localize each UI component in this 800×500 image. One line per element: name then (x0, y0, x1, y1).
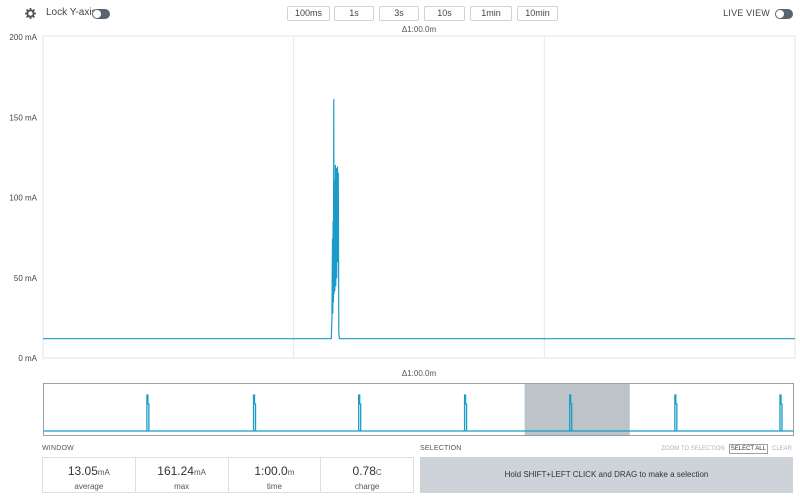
overview-spike (674, 394, 678, 431)
stat-value: 13.05 (67, 464, 98, 478)
gear-icon[interactable] (25, 8, 36, 19)
overview-plot[interactable] (44, 384, 794, 436)
stat-label: charge (354, 482, 380, 491)
current-trace (43, 98, 795, 340)
y-tick-label: 50 mA (14, 274, 38, 283)
lock-y-axis-toggle[interactable] (92, 9, 110, 19)
overview-spike (358, 394, 362, 431)
window-10s-button[interactable]: 10s (424, 6, 465, 21)
zoom-to-selection-button[interactable]: ZOOM TO SELECTION (660, 443, 725, 455)
window-3s-button[interactable]: 3s (379, 6, 419, 21)
stat-unit: mA (97, 468, 110, 477)
window-10min-button[interactable]: 10min (517, 6, 558, 21)
stat-unit: C (375, 468, 382, 477)
stat-value: 1:00.0 (254, 464, 288, 478)
main-chart[interactable]: Δ1:00.0m 200 mA 150 mA 100 mA 50 mA 0 mA (0, 25, 800, 366)
overview-delta-label: Δ1:00.0m (402, 369, 437, 378)
live-view-label: LIVE VIEW (723, 8, 770, 18)
overview-spike (252, 394, 257, 431)
selection-panel: SELECTION ZOOM TO SELECTION SELECT ALL C… (420, 443, 793, 495)
y-tick-label: 200 mA (9, 33, 37, 42)
window-delta-label: Δ1:00.0m (402, 26, 437, 34)
stat-label: max (174, 482, 190, 491)
window-stats-panel: WINDOW 13.05mA average 161.24mA max 1:00… (42, 443, 414, 495)
stat-charge: 0.78C charge (321, 458, 413, 492)
overview-minimap[interactable] (43, 383, 794, 436)
overview-spike (779, 394, 783, 431)
stat-max: 161.24mA max (136, 458, 229, 492)
stat-value: 0.78 (352, 464, 376, 478)
stat-unit: m (287, 468, 295, 477)
plot-area (42, 35, 796, 359)
selection-hint: Hold SHIFT+LEFT CLICK and DRAG to make a… (420, 457, 793, 493)
lock-y-axis-label: Lock Y-axis (46, 7, 97, 18)
window-1min-button[interactable]: 1min (470, 6, 512, 21)
overview-spike (146, 394, 150, 431)
select-all-button[interactable]: SELECT ALL (728, 444, 768, 454)
y-tick-label: 100 mA (9, 194, 37, 203)
selection-title: SELECTION (420, 445, 462, 452)
window-100ms-button[interactable]: 100ms (287, 6, 330, 21)
overview-spike (463, 394, 468, 431)
live-view-toggle[interactable] (775, 9, 793, 19)
stat-time: 1:00.0m time (229, 458, 322, 492)
y-tick-label: 0 mA (18, 354, 37, 363)
y-tick-label: 150 mA (9, 113, 37, 122)
window-title: WINDOW (42, 445, 74, 452)
stat-label: average (74, 482, 104, 491)
stat-unit: mA (193, 468, 206, 477)
stat-value: 161.24 (157, 464, 194, 478)
stat-label: time (266, 482, 282, 491)
stat-average: 13.05mA average (43, 458, 136, 492)
window-1s-button[interactable]: 1s (334, 6, 374, 21)
toolbar: Lock Y-axis 100ms 1s 3s 10s 1min 10min L… (0, 0, 800, 28)
overview-selection-window[interactable] (524, 384, 630, 436)
clear-selection-button[interactable]: CLEAR (771, 443, 793, 455)
current-plot[interactable]: Δ1:00.0m 200 mA 150 mA 100 mA 50 mA 0 mA (0, 25, 800, 366)
